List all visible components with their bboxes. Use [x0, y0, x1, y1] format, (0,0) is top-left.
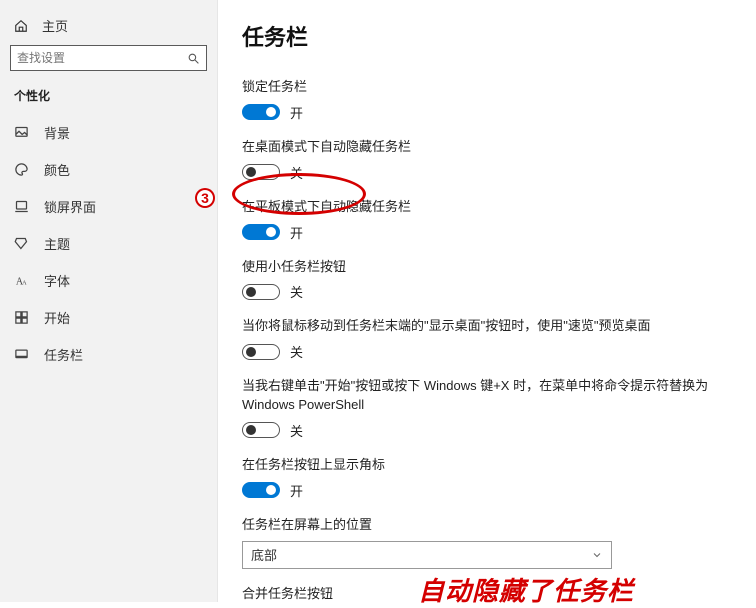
lock-screen-icon — [14, 199, 32, 214]
setting-label: 当你将鼠标移动到任务栏末端的"显示桌面"按钮时，使用"速览"预览桌面 — [242, 317, 728, 336]
toggle-switch[interactable] — [242, 284, 280, 300]
setting-0: 锁定任务栏开 — [242, 78, 728, 122]
svg-text:3: 3 — [201, 190, 209, 206]
start-icon — [14, 310, 32, 325]
home-icon — [14, 19, 32, 33]
sidebar-item-label: 锁屏界面 — [44, 197, 96, 216]
toggle-switch[interactable] — [242, 164, 280, 180]
annotation-step-marker: 3 — [193, 186, 213, 206]
toggle-state-text: 关 — [290, 342, 303, 361]
sidebar-item-label: 主题 — [44, 234, 70, 253]
setting-2: 在平板模式下自动隐藏任务栏开 — [242, 198, 728, 242]
setting-label: 锁定任务栏 — [242, 78, 728, 97]
toggle-state-text: 关 — [290, 421, 303, 440]
toggle-switch[interactable] — [242, 482, 280, 498]
setting-label: 在桌面模式下自动隐藏任务栏 — [242, 138, 728, 157]
font-icon: AA — [14, 273, 32, 288]
palette-icon — [14, 162, 32, 177]
toggle-switch[interactable] — [242, 104, 280, 120]
sidebar-item-themes[interactable]: 主题 — [0, 225, 217, 262]
theme-icon — [14, 236, 32, 251]
sidebar-item-label: 背景 — [44, 123, 70, 142]
setting-label: 在平板模式下自动隐藏任务栏 — [242, 198, 728, 217]
setting-4: 当你将鼠标移动到任务栏末端的"显示桌面"按钮时，使用"速览"预览桌面关 — [242, 317, 728, 361]
category-label: 个性化 — [0, 79, 217, 110]
toggle-state-text: 开 — [290, 103, 303, 122]
sidebar-item-background[interactable]: 背景 — [0, 114, 217, 151]
toggle-switch[interactable] — [242, 422, 280, 438]
sidebar-item-lockscreen[interactable]: 锁屏界面 — [0, 188, 217, 225]
sidebar-item-taskbar[interactable]: 任务栏 — [0, 336, 217, 373]
nav-home[interactable]: 主页 — [0, 10, 217, 45]
toggle-state-text: 开 — [290, 223, 303, 242]
svg-text:A: A — [22, 279, 27, 286]
sidebar: 主页 个性化 背景 颜色 — [0, 0, 218, 602]
toggle-state-text: 关 — [290, 163, 303, 182]
sidebar-item-fonts[interactable]: AA 字体 — [0, 262, 217, 299]
setting-5: 当我右键单击"开始"按钮或按下 Windows 键+X 时，在菜单中将命令提示符… — [242, 377, 728, 440]
chevron-down-icon — [591, 549, 603, 561]
search-input[interactable] — [17, 51, 187, 65]
toggle-state-text: 关 — [290, 282, 303, 301]
main-content: 任务栏 锁定任务栏开在桌面模式下自动隐藏任务栏关在平板模式下自动隐藏任务栏开使用… — [218, 0, 756, 602]
toggle-state-text: 开 — [290, 481, 303, 500]
nav-home-label: 主页 — [42, 16, 68, 35]
sidebar-item-colors[interactable]: 颜色 — [0, 151, 217, 188]
dropdown-label-position: 任务栏在屏幕上的位置 — [242, 516, 728, 535]
dropdown-taskbar-position[interactable]: 底部 — [242, 541, 612, 569]
sidebar-item-label: 字体 — [44, 271, 70, 290]
page-title: 任务栏 — [242, 20, 728, 52]
sidebar-item-label: 颜色 — [44, 160, 70, 179]
sidebar-item-label: 开始 — [44, 308, 70, 327]
toggle-switch[interactable] — [242, 224, 280, 240]
setting-label: 使用小任务栏按钮 — [242, 258, 728, 277]
setting-label: 在任务栏按钮上显示角标 — [242, 456, 728, 475]
taskbar-icon — [14, 347, 32, 362]
sidebar-item-start[interactable]: 开始 — [0, 299, 217, 336]
annotation-caption: 自动隐藏了任务栏 — [418, 571, 634, 608]
image-icon — [14, 125, 32, 140]
toggle-switch[interactable] — [242, 344, 280, 360]
setting-6: 在任务栏按钮上显示角标开 — [242, 456, 728, 500]
setting-1: 在桌面模式下自动隐藏任务栏关 — [242, 138, 728, 182]
dropdown-value: 底部 — [251, 545, 277, 564]
search-icon — [187, 52, 200, 65]
search-input-wrap[interactable] — [10, 45, 207, 71]
sidebar-item-label: 任务栏 — [44, 345, 83, 364]
setting-3: 使用小任务栏按钮关 — [242, 258, 728, 302]
setting-label: 当我右键单击"开始"按钮或按下 Windows 键+X 时，在菜单中将命令提示符… — [242, 377, 728, 415]
